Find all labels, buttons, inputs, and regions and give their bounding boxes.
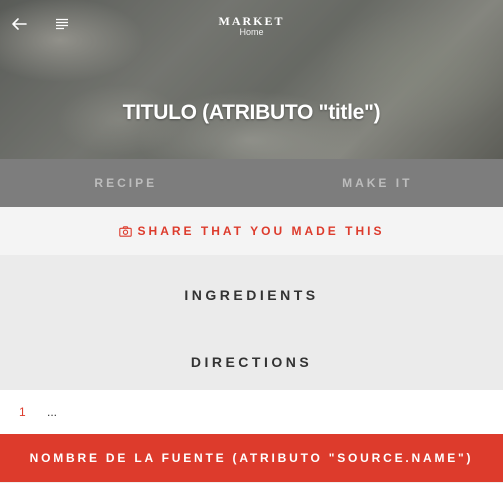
direction-step: 1 ... bbox=[0, 390, 503, 434]
step-number: 1 bbox=[19, 405, 26, 419]
share-made-this-button[interactable]: SHARE THAT YOU MADE THIS bbox=[0, 207, 503, 255]
recipe-tabs: RECIPE MAKE IT bbox=[0, 159, 503, 207]
tab-recipe[interactable]: RECIPE bbox=[0, 159, 252, 207]
directions-heading: DIRECTIONS bbox=[190, 354, 313, 370]
tab-make-it[interactable]: MAKE IT bbox=[252, 159, 503, 207]
source-name-button[interactable]: NOMBRE DE LA FUENTE (ATRIBUTO "SOURCE.NA… bbox=[0, 434, 503, 482]
brand-title: MARKET bbox=[218, 14, 285, 28]
recipe-hero: MARKET Home TITULO (ATRIBUTO "title") bbox=[0, 0, 503, 159]
camera-icon bbox=[118, 225, 132, 237]
step-text: ... bbox=[47, 405, 58, 419]
recipe-sections: INGREDIENTS DIRECTIONS bbox=[0, 255, 503, 390]
brand-subtitle: Home bbox=[239, 27, 264, 37]
share-label: SHARE THAT YOU MADE THIS bbox=[137, 224, 385, 238]
recipe-title: TITULO (ATRIBUTO "title") bbox=[122, 101, 381, 124]
brand-logo[interactable]: MARKET Home bbox=[0, 15, 503, 38]
ingredients-heading: INGREDIENTS bbox=[184, 287, 319, 303]
